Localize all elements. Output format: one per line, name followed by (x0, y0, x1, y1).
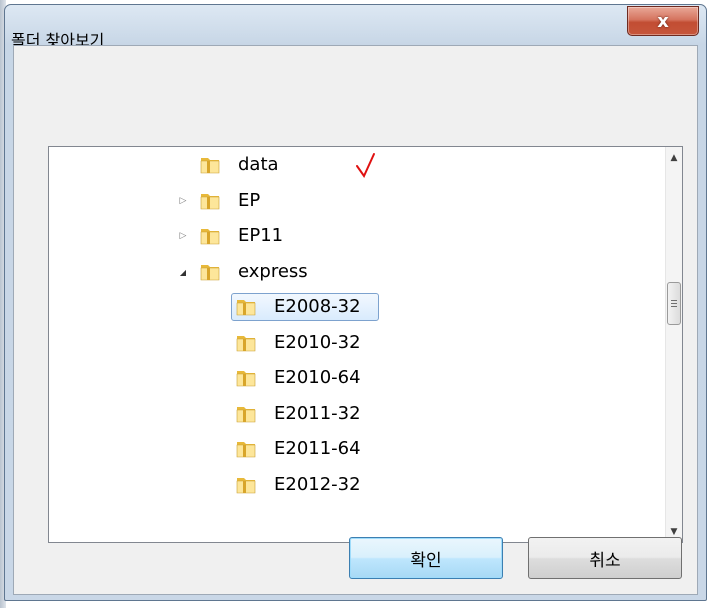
tree-item-label: E2012-32 (274, 474, 361, 495)
dialog-client-area: ▲ ▼ data ▷ EP ▷ EP11 ◢ express E2008-32 E2010-32… (13, 45, 698, 595)
tree-item[interactable]: E2011-32 (49, 399, 649, 429)
scroll-up-icon: ▲ (670, 152, 678, 163)
cancel-button[interactable]: 취소 (528, 537, 682, 579)
folder-icon (200, 194, 220, 210)
tree-item[interactable]: E2011-64 (49, 434, 649, 464)
title-bar[interactable]: 폴더 찾아보기 x (5, 5, 706, 50)
folder-icon (236, 336, 256, 352)
tree-item-label: data (238, 154, 279, 175)
folder-icon (236, 407, 256, 423)
tree-item-label: E2011-64 (274, 438, 361, 459)
folder-icon (236, 442, 256, 458)
scroll-thumb[interactable] (667, 282, 681, 325)
collapsed-arrow-icon[interactable]: ▷ (177, 221, 189, 251)
scroll-down-icon: ▼ (670, 526, 678, 537)
close-button[interactable]: x (627, 6, 699, 36)
tree-item[interactable]: ▷ EP (49, 186, 649, 216)
tree-item[interactable]: data (49, 150, 649, 180)
tree-item[interactable]: ▷ EP11 (49, 221, 649, 251)
folder-icon (236, 300, 256, 316)
folder-icon (236, 371, 256, 387)
tree-item-selected[interactable]: E2008-32 (49, 292, 649, 322)
tree-item[interactable]: E2010-64 (49, 363, 649, 393)
tree-item-label: EP11 (238, 225, 284, 246)
check-mark-annotation (356, 153, 375, 179)
collapsed-arrow-icon[interactable]: ▷ (177, 186, 189, 216)
ok-button[interactable]: 확인 (349, 537, 503, 579)
tree-item[interactable]: E2010-32 (49, 328, 649, 358)
tree-item-label: E2010-64 (274, 367, 361, 388)
browse-folder-dialog: 폴더 찾아보기 x ▲ ▼ data ▷ EP ▷ EP11 ◢ express E2008-… (4, 4, 707, 601)
tree-item-label: express (238, 261, 308, 282)
folder-icon (200, 229, 220, 245)
folder-icon (236, 478, 256, 494)
folder-icon (200, 265, 220, 281)
tree-item-label: E2010-32 (274, 332, 361, 353)
expanded-arrow-icon[interactable]: ◢ (177, 257, 189, 287)
tree-item-label: E2011-32 (274, 403, 361, 424)
close-icon: x (657, 10, 669, 32)
grip-icon (671, 299, 677, 308)
tree-item-label: EP (238, 190, 261, 211)
folder-icon (200, 158, 220, 174)
folder-tree[interactable]: ▲ ▼ data ▷ EP ▷ EP11 ◢ express E2008-32 E2010-32… (48, 146, 683, 543)
tree-item[interactable]: ◢ express (49, 257, 649, 287)
tree-item-label: E2008-32 (274, 296, 361, 317)
vertical-scrollbar[interactable]: ▲ ▼ (665, 147, 682, 542)
tree-item[interactable]: E2012-32 (49, 470, 649, 500)
scroll-up-button[interactable]: ▲ (666, 149, 682, 166)
